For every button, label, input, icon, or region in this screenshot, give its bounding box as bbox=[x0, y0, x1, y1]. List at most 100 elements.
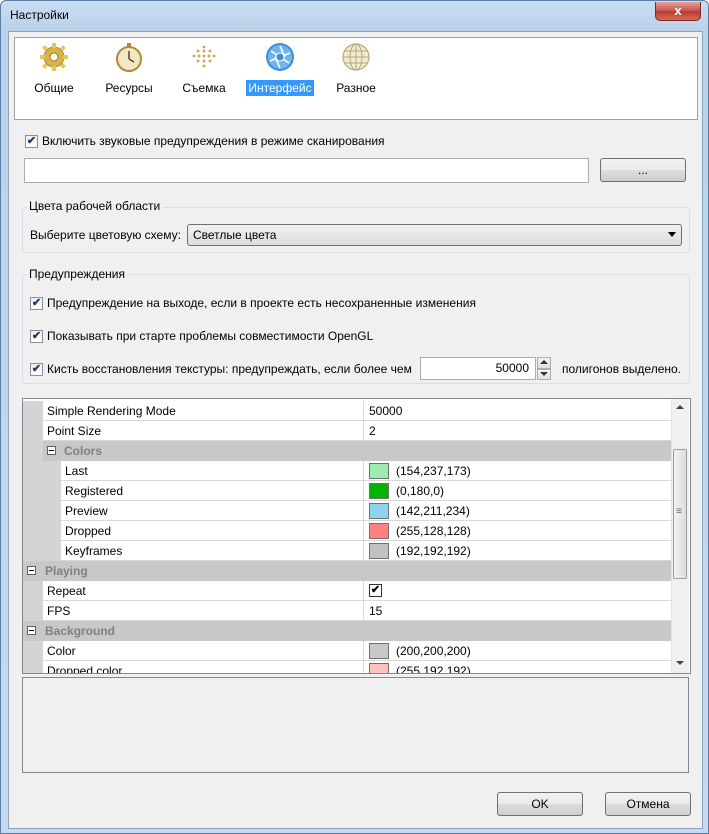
color-swatch bbox=[369, 482, 389, 499]
browse-button[interactable]: ... bbox=[600, 158, 686, 182]
ok-button[interactable]: OK bbox=[497, 792, 583, 816]
color-scheme-label: Выберите цветовую схему: bbox=[30, 228, 181, 242]
category-label: Playing bbox=[45, 564, 88, 578]
category-label: Colors bbox=[64, 444, 103, 458]
color-swatch bbox=[369, 522, 389, 539]
brush-warning-label: Кисть восстановления текстуры: предупреж… bbox=[47, 362, 412, 376]
property-name: Repeat bbox=[43, 581, 363, 601]
grip-icon: ≡ bbox=[676, 506, 682, 517]
aperture-icon bbox=[265, 42, 295, 72]
table-row[interactable]: FPS 15 bbox=[23, 601, 671, 621]
property-description-panel bbox=[22, 677, 689, 773]
repeat-checkbox[interactable]: ✔ bbox=[369, 584, 382, 598]
category-row-background[interactable]: Background bbox=[23, 621, 671, 641]
category-row-colors[interactable]: Colors bbox=[43, 441, 671, 461]
workspace-colors-title: Цвета рабочей области bbox=[27, 199, 163, 213]
color-swatch bbox=[369, 542, 389, 559]
scroll-up-icon[interactable] bbox=[676, 405, 684, 409]
property-name: Last bbox=[61, 461, 363, 481]
property-value[interactable]: (0,180,0) bbox=[363, 481, 671, 501]
sound-warnings-label: Включить звуковые предупреждения в режим… bbox=[42, 134, 385, 148]
spin-down-button[interactable] bbox=[537, 369, 551, 380]
table-row[interactable]: Repeat ✔ bbox=[23, 581, 671, 601]
category-row-playing[interactable]: Playing bbox=[23, 561, 671, 581]
color-swatch bbox=[369, 502, 389, 519]
brush-polygon-count-input[interactable]: 50000 bbox=[420, 357, 536, 380]
property-grid-rows: Simple Rendering Mode 50000 Point Size 2… bbox=[23, 399, 671, 673]
color-scheme-dropdown[interactable]: Светлые цвета bbox=[187, 224, 682, 246]
color-scheme-value: Светлые цвета bbox=[193, 228, 277, 242]
table-row[interactable]: Keyframes (192,192,192) bbox=[23, 541, 671, 561]
category-toolbar: Общие Ресурсы Съемка Интерфейс Разное bbox=[14, 37, 698, 120]
tab-capture[interactable]: Съемка bbox=[179, 42, 229, 96]
property-value[interactable]: 15 bbox=[363, 601, 671, 621]
tab-interface-label: Интерфейс bbox=[246, 80, 314, 96]
category-label: Background bbox=[45, 624, 116, 638]
collapse-icon[interactable] bbox=[27, 566, 36, 575]
table-row[interactable]: Registered (0,180,0) bbox=[23, 481, 671, 501]
property-value[interactable]: ✔ bbox=[363, 581, 671, 601]
tab-general[interactable]: Общие bbox=[29, 42, 79, 96]
close-icon: x bbox=[674, 3, 682, 18]
property-value[interactable]: (154,237,173) bbox=[363, 461, 671, 481]
table-row[interactable]: Preview (142,211,234) bbox=[23, 501, 671, 521]
opengl-warning-label: Показывать при старте проблемы совместим… bbox=[47, 329, 374, 343]
title-bar[interactable]: Настройки x bbox=[1, 1, 708, 31]
property-name: Keyframes bbox=[61, 541, 363, 561]
table-row[interactable]: Dropped (255,128,128) bbox=[23, 521, 671, 541]
stopwatch-icon bbox=[114, 42, 144, 72]
opengl-warning-checkbox[interactable]: ✔ bbox=[30, 330, 43, 343]
property-name: Preview bbox=[61, 501, 363, 521]
tab-resources-label: Ресурсы bbox=[105, 81, 153, 95]
gear-icon bbox=[39, 42, 69, 72]
cancel-button[interactable]: Отмена bbox=[605, 792, 691, 816]
warnings-title: Предупреждения bbox=[27, 267, 127, 281]
table-row[interactable]: Color (200,200,200) bbox=[23, 641, 671, 661]
property-value[interactable]: (192,192,192) bbox=[363, 541, 671, 561]
tab-resources[interactable]: Ресурсы bbox=[99, 42, 159, 96]
tab-general-label: Общие bbox=[34, 81, 74, 95]
table-row[interactable]: Dropped color (255,192,192) bbox=[23, 661, 671, 673]
scroll-down-icon[interactable] bbox=[676, 661, 684, 665]
property-grid: Simple Rendering Mode 50000 Point Size 2… bbox=[22, 398, 691, 674]
tab-misc[interactable]: Разное bbox=[331, 42, 381, 96]
property-name: Dropped color bbox=[43, 661, 363, 673]
color-swatch bbox=[369, 642, 389, 659]
close-button[interactable]: x bbox=[655, 2, 701, 21]
tab-interface[interactable]: Интерфейс bbox=[245, 42, 315, 96]
table-row[interactable]: Last (154,237,173) bbox=[23, 461, 671, 481]
property-name: Registered bbox=[61, 481, 363, 501]
exit-warning-checkbox[interactable]: ✔ bbox=[30, 297, 43, 310]
color-swatch bbox=[369, 462, 389, 479]
exit-warning-label: Предупреждение на выходе, если в проекте… bbox=[47, 296, 476, 310]
property-value[interactable]: (255,128,128) bbox=[363, 521, 671, 541]
collapse-icon[interactable] bbox=[47, 446, 56, 455]
window-title: Настройки bbox=[10, 8, 69, 22]
vertical-scrollbar[interactable]: ≡ bbox=[671, 399, 689, 673]
dialog-client-area: Общие Ресурсы Съемка Интерфейс Разное ✔ … bbox=[8, 31, 703, 829]
property-value[interactable]: (255,192,192) bbox=[363, 661, 671, 673]
property-name: Dropped bbox=[61, 521, 363, 541]
brush-warning-checkbox[interactable]: ✔ bbox=[30, 363, 43, 376]
chevron-down-icon bbox=[668, 232, 676, 237]
table-row[interactable]: Simple Rendering Mode 50000 bbox=[23, 401, 671, 421]
spin-up-button[interactable] bbox=[537, 357, 551, 369]
property-name: Simple Rendering Mode bbox=[43, 401, 363, 421]
property-value[interactable]: 50000 bbox=[363, 401, 671, 421]
property-value[interactable]: (200,200,200) bbox=[363, 641, 671, 661]
property-value[interactable]: 2 bbox=[363, 421, 671, 441]
property-value[interactable]: (142,211,234) bbox=[363, 501, 671, 521]
property-name: Color bbox=[43, 641, 363, 661]
arrow-up-icon bbox=[540, 360, 548, 364]
property-name: FPS bbox=[43, 601, 363, 621]
table-row[interactable]: Point Size 2 bbox=[23, 421, 671, 441]
dot-grid-icon bbox=[189, 42, 219, 72]
scrollbar-thumb[interactable]: ≡ bbox=[673, 449, 687, 579]
arrow-down-icon bbox=[540, 372, 548, 376]
globe-icon bbox=[341, 42, 371, 72]
collapse-icon[interactable] bbox=[27, 626, 36, 635]
tab-capture-label: Съемка bbox=[182, 81, 226, 95]
sound-file-path-input[interactable] bbox=[24, 158, 589, 183]
color-swatch bbox=[369, 662, 389, 673]
sound-warnings-checkbox[interactable]: ✔ bbox=[25, 135, 38, 148]
